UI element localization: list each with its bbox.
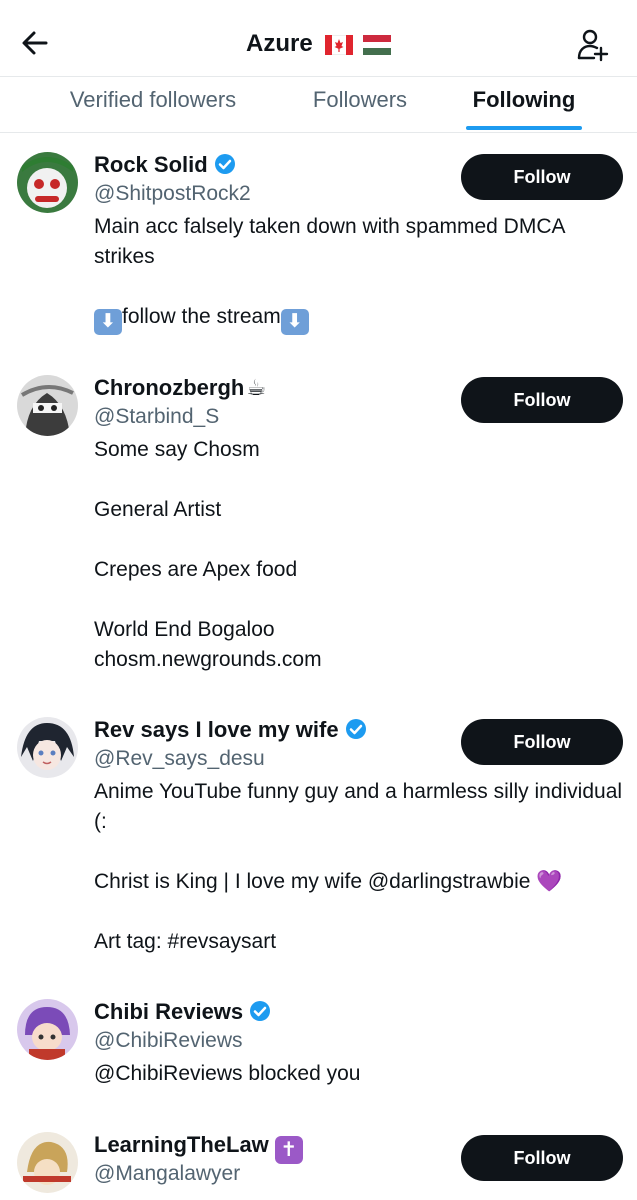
username: @Starbind_S <box>94 405 220 428</box>
active-tab-indicator <box>466 126 582 130</box>
avatar[interactable] <box>17 717 78 778</box>
bio: Anime YouTube funny guy and a harmless s… <box>94 780 623 953</box>
avatar[interactable] <box>17 1132 78 1193</box>
follow-button[interactable]: Follow <box>461 154 623 200</box>
display-name-text: Rev says I love my wife <box>94 717 339 742</box>
tab-following[interactable]: Following <box>456 77 592 132</box>
verified-badge-icon <box>250 1001 271 1021</box>
avatar[interactable] <box>17 152 78 213</box>
down-arrow-emoji-icon: ⬇ <box>280 309 309 335</box>
user-cell-learning-the-law[interactable]: LearningTheLaw ✝ @Mangalawyer Follow <box>0 1132 637 1200</box>
bio: Some say Chosm General Artist Crepes are… <box>94 438 322 671</box>
tab-bar: Verified followers Followers Following <box>0 77 637 133</box>
display-name[interactable]: Chronozbergh☕ <box>94 375 266 401</box>
coffee-emoji-icon: ☕ <box>246 375 267 400</box>
follow-button[interactable]: Follow <box>461 1135 623 1181</box>
display-name[interactable]: Rev says I love my wife <box>94 717 367 743</box>
follow-button[interactable]: Follow <box>461 377 623 423</box>
blocked-notice: @ChibiReviews blocked you <box>94 1062 361 1085</box>
follow-button[interactable]: Follow <box>461 719 623 765</box>
hungary-flag-icon <box>363 34 392 55</box>
username: @ShitpostRock2 <box>94 182 251 205</box>
verified-badge-icon <box>345 719 366 739</box>
username: @Mangalawyer <box>94 1162 241 1185</box>
user-cell-chibi-reviews[interactable]: Chibi Reviews @ChibiReviews @ChibiReview… <box>0 999 637 1109</box>
add-user-icon[interactable] <box>576 28 610 62</box>
page-title-text: Azure <box>245 30 313 57</box>
username: @Rev_says_desu <box>94 747 265 770</box>
top-bar: Azure <box>0 0 637 77</box>
verified-badge-icon <box>214 154 235 174</box>
tab-verified-followers[interactable]: Verified followers <box>40 77 266 132</box>
display-name[interactable]: Rock Solid <box>94 152 236 178</box>
avatar[interactable] <box>17 999 78 1060</box>
display-name[interactable]: LearningTheLaw ✝ <box>94 1132 303 1164</box>
down-arrow-emoji-icon: ⬇ <box>94 309 122 335</box>
user-cell-rock-solid[interactable]: Rock Solid @ShitpostRock2 Main acc false… <box>0 152 637 352</box>
username: @ChibiReviews <box>94 1029 243 1052</box>
display-name-text: LearningTheLaw <box>94 1132 269 1157</box>
bio-follow-stream-text: follow the stream <box>122 305 281 328</box>
user-cell-rev-says-desu[interactable]: Rev says I love my wife @Rev_says_desu A… <box>0 717 637 977</box>
display-name-text: Chibi Reviews <box>94 999 244 1024</box>
bio-text: Main acc falsely taken down with spammed… <box>94 215 571 268</box>
avatar[interactable] <box>17 375 78 436</box>
user-cell-chronozbergh[interactable]: Chronozbergh☕ @Starbind_S Some say Chosm… <box>0 375 637 685</box>
page-title: Azure <box>0 30 637 58</box>
display-name[interactable]: Chibi Reviews <box>94 999 271 1025</box>
latin-cross-emoji-icon: ✝ <box>274 1136 303 1164</box>
display-name-text: Rock Solid <box>94 152 208 177</box>
tab-followers[interactable]: Followers <box>290 77 430 132</box>
display-name-text: Chronozbergh <box>94 375 245 400</box>
canada-flag-icon <box>325 34 354 55</box>
bio: Main acc falsely taken down with spammed… <box>94 212 624 335</box>
